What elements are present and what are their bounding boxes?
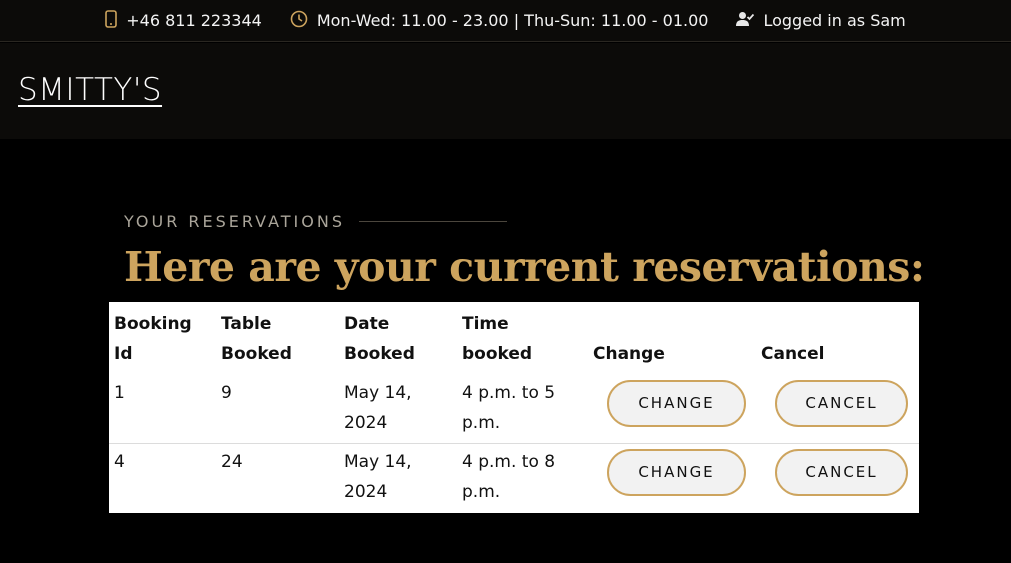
table-row: 4 24 May 14, 2024 4 p.m. to 8 p.m. Chang… (109, 443, 919, 512)
cell-table-booked: 24 (216, 443, 339, 512)
reservations-table-container: Booking Id Table Booked Date Booked Time… (109, 302, 919, 513)
top-info-bar: +46 811 223344 Mon-Wed: 11.00 - 23.00 | … (0, 0, 1011, 42)
table-header-row: Booking Id Table Booked Date Booked Time… (109, 302, 919, 375)
clock-icon (290, 10, 317, 32)
header-booking-id: Booking Id (114, 314, 192, 364)
phone-number: +46 811 223344 (126, 11, 262, 30)
cell-booking-id: 1 (114, 383, 125, 403)
user-status: Logged in as Sam (736, 11, 906, 31)
header-table-booked: Table Booked (221, 314, 292, 364)
change-button[interactable]: Change (607, 449, 746, 496)
cell-cancel: Cancel (756, 375, 919, 444)
change-button[interactable]: Change (607, 380, 746, 427)
table-row: 1 9 May 14, 2024 4 p.m. to 5 p.m. Change… (109, 375, 919, 444)
user-check-icon (736, 11, 763, 31)
site-header: SMITTY'S (0, 43, 1011, 139)
header-cancel: Cancel (761, 344, 825, 364)
hours-text: Mon-Wed: 11.00 - 23.00 | Thu-Sun: 11.00 … (316, 11, 709, 30)
page-title: Here are your current reservations: (124, 243, 925, 291)
cell-booking-id: 4 (109, 443, 216, 512)
section-kicker-text: Your Reservations (124, 212, 345, 231)
reservations-table: Booking Id Table Booked Date Booked Time… (109, 302, 919, 512)
cell-date-booked: May 14, 2024 (339, 443, 457, 512)
cell-table-booked: 9 (221, 383, 232, 403)
kicker-divider (358, 221, 507, 222)
header-date-booked: Date Booked (344, 314, 415, 364)
logged-in-text: Logged in as Sam (763, 11, 906, 30)
opening-hours: Mon-Wed: 11.00 - 23.00 | Thu-Sun: 11.00 … (290, 10, 709, 32)
section-kicker: Your Reservations (124, 212, 507, 231)
cancel-button[interactable]: Cancel (775, 380, 908, 427)
cell-date-booked: May 14, 2024 (344, 383, 412, 433)
cell-time-booked: 4 p.m. to 5 p.m. (462, 383, 556, 433)
site-logo-link[interactable]: SMITTY'S (18, 72, 162, 108)
phone-icon (105, 9, 126, 32)
header-change: Change (593, 344, 665, 364)
cell-change: Change (588, 375, 756, 444)
header-time-booked: Time booked (462, 314, 533, 364)
cell-change: Change (588, 443, 756, 512)
cell-time-booked: 4 p.m. to 8 p.m. (457, 443, 588, 512)
cell-cancel: Cancel (756, 443, 919, 512)
phone-info: +46 811 223344 (105, 9, 262, 32)
cancel-button[interactable]: Cancel (775, 449, 908, 496)
